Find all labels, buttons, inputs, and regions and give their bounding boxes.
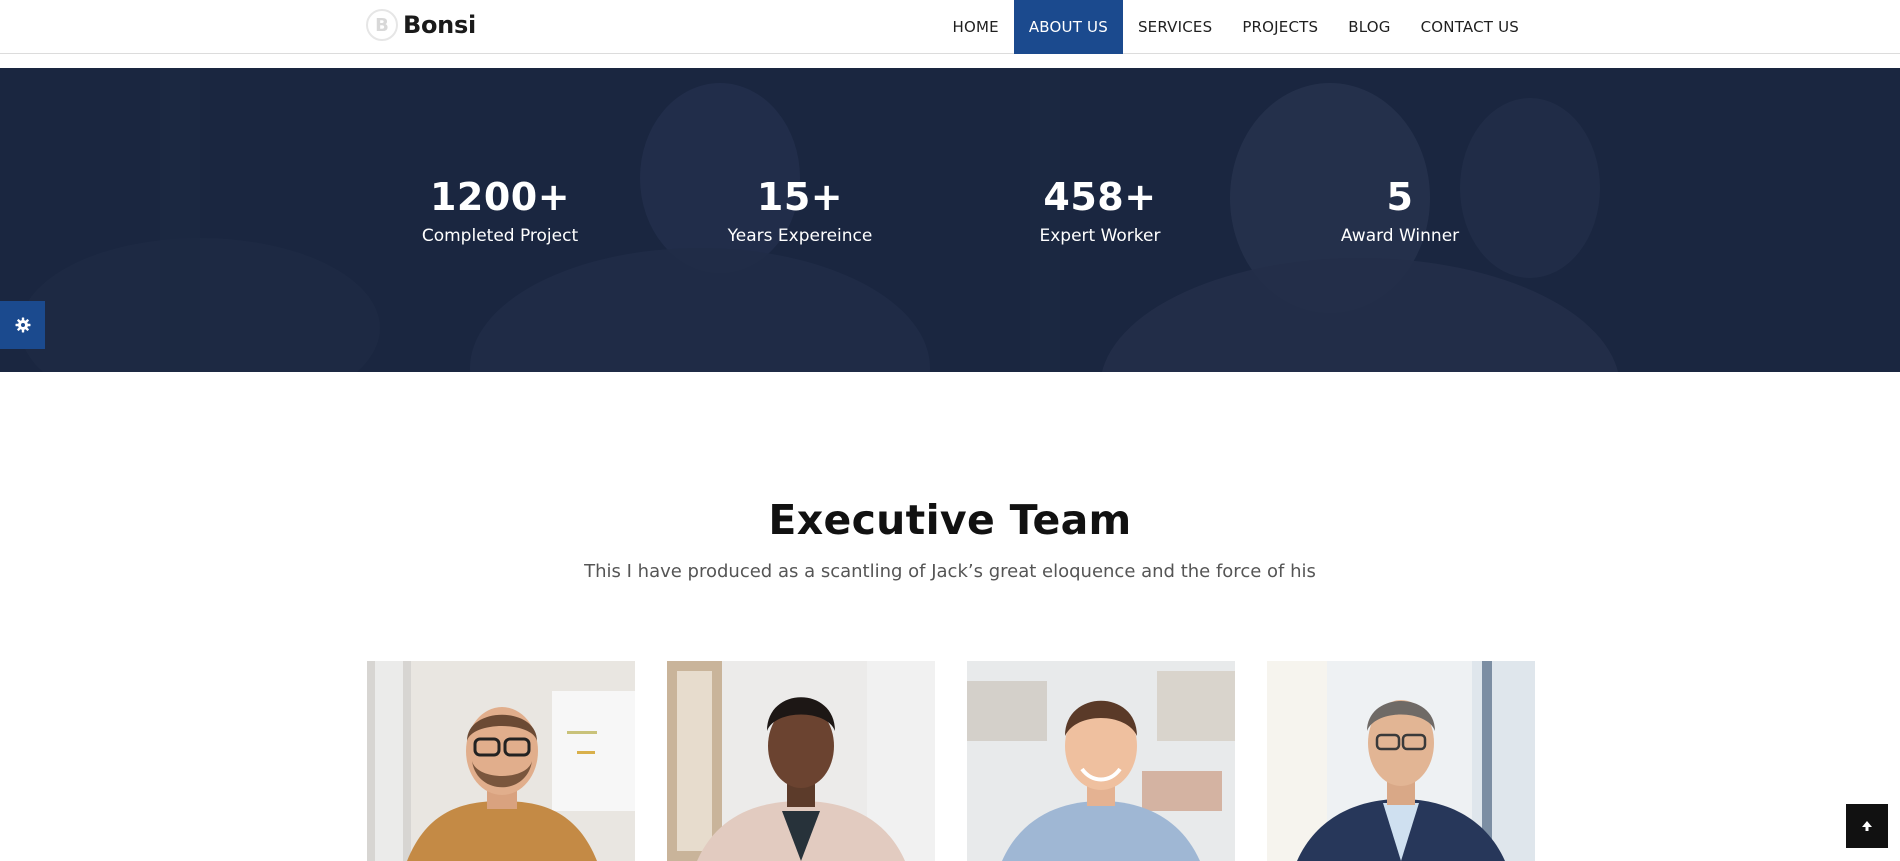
logo-text: Bonsi (403, 11, 476, 39)
main-nav: HOME ABOUT US SERVICES PROJECTS BLOG CON… (938, 0, 1534, 54)
nav-home[interactable]: HOME (938, 0, 1014, 54)
nav-projects[interactable]: PROJECTS (1227, 0, 1333, 54)
site-header: B Bonsi HOME ABOUT US SERVICES PROJECTS … (0, 0, 1900, 54)
team-member-photo (967, 661, 1235, 861)
stat-expert-worker: 458+ Expert Worker (990, 174, 1210, 248)
team-member-photo (367, 661, 635, 861)
nav-contact-us[interactable]: CONTACT US (1406, 0, 1534, 54)
team-member-card[interactable] (667, 661, 935, 861)
team-member-card[interactable] (1267, 661, 1535, 861)
stat-label: Completed Project (421, 226, 579, 246)
stat-value: 15+ (756, 175, 844, 219)
nav-about-us[interactable]: ABOUT US (1013, 0, 1123, 54)
settings-button[interactable] (0, 301, 45, 349)
nav-services[interactable]: SERVICES (1123, 0, 1227, 54)
stat-completed-project: 1200+ Completed Project (390, 174, 610, 248)
team-member-card[interactable] (967, 661, 1235, 861)
stat-value: 458+ (1043, 175, 1157, 219)
stat-label: Years Expereince (727, 226, 873, 246)
section-title: Executive Team (768, 496, 1132, 544)
team-member-card[interactable] (367, 661, 635, 861)
stat-label: Expert Worker (1039, 226, 1161, 246)
stats-section: 1200+ Completed Project 15+ Years Expere… (0, 68, 1900, 372)
nav-blog[interactable]: BLOG (1333, 0, 1405, 54)
section-subtitle: This I have produced as a scantling of J… (584, 561, 1316, 582)
stat-label: Award Winner (1340, 226, 1460, 246)
stat-award-winner: 5 Award Winner (1290, 174, 1510, 248)
stat-value: 5 (1386, 175, 1414, 219)
scroll-to-top-button[interactable] (1846, 804, 1888, 848)
team-member-photo (1267, 661, 1535, 861)
team-member-photo (667, 661, 935, 861)
stat-value: 1200+ (429, 175, 571, 219)
logo-mark: B (366, 9, 398, 41)
gear-icon (15, 317, 30, 333)
logo[interactable]: B Bonsi (366, 9, 476, 41)
arrow-up-icon (1862, 821, 1872, 831)
stats-background-image (0, 68, 1900, 372)
stat-years-experience: 15+ Years Expereince (690, 174, 910, 248)
